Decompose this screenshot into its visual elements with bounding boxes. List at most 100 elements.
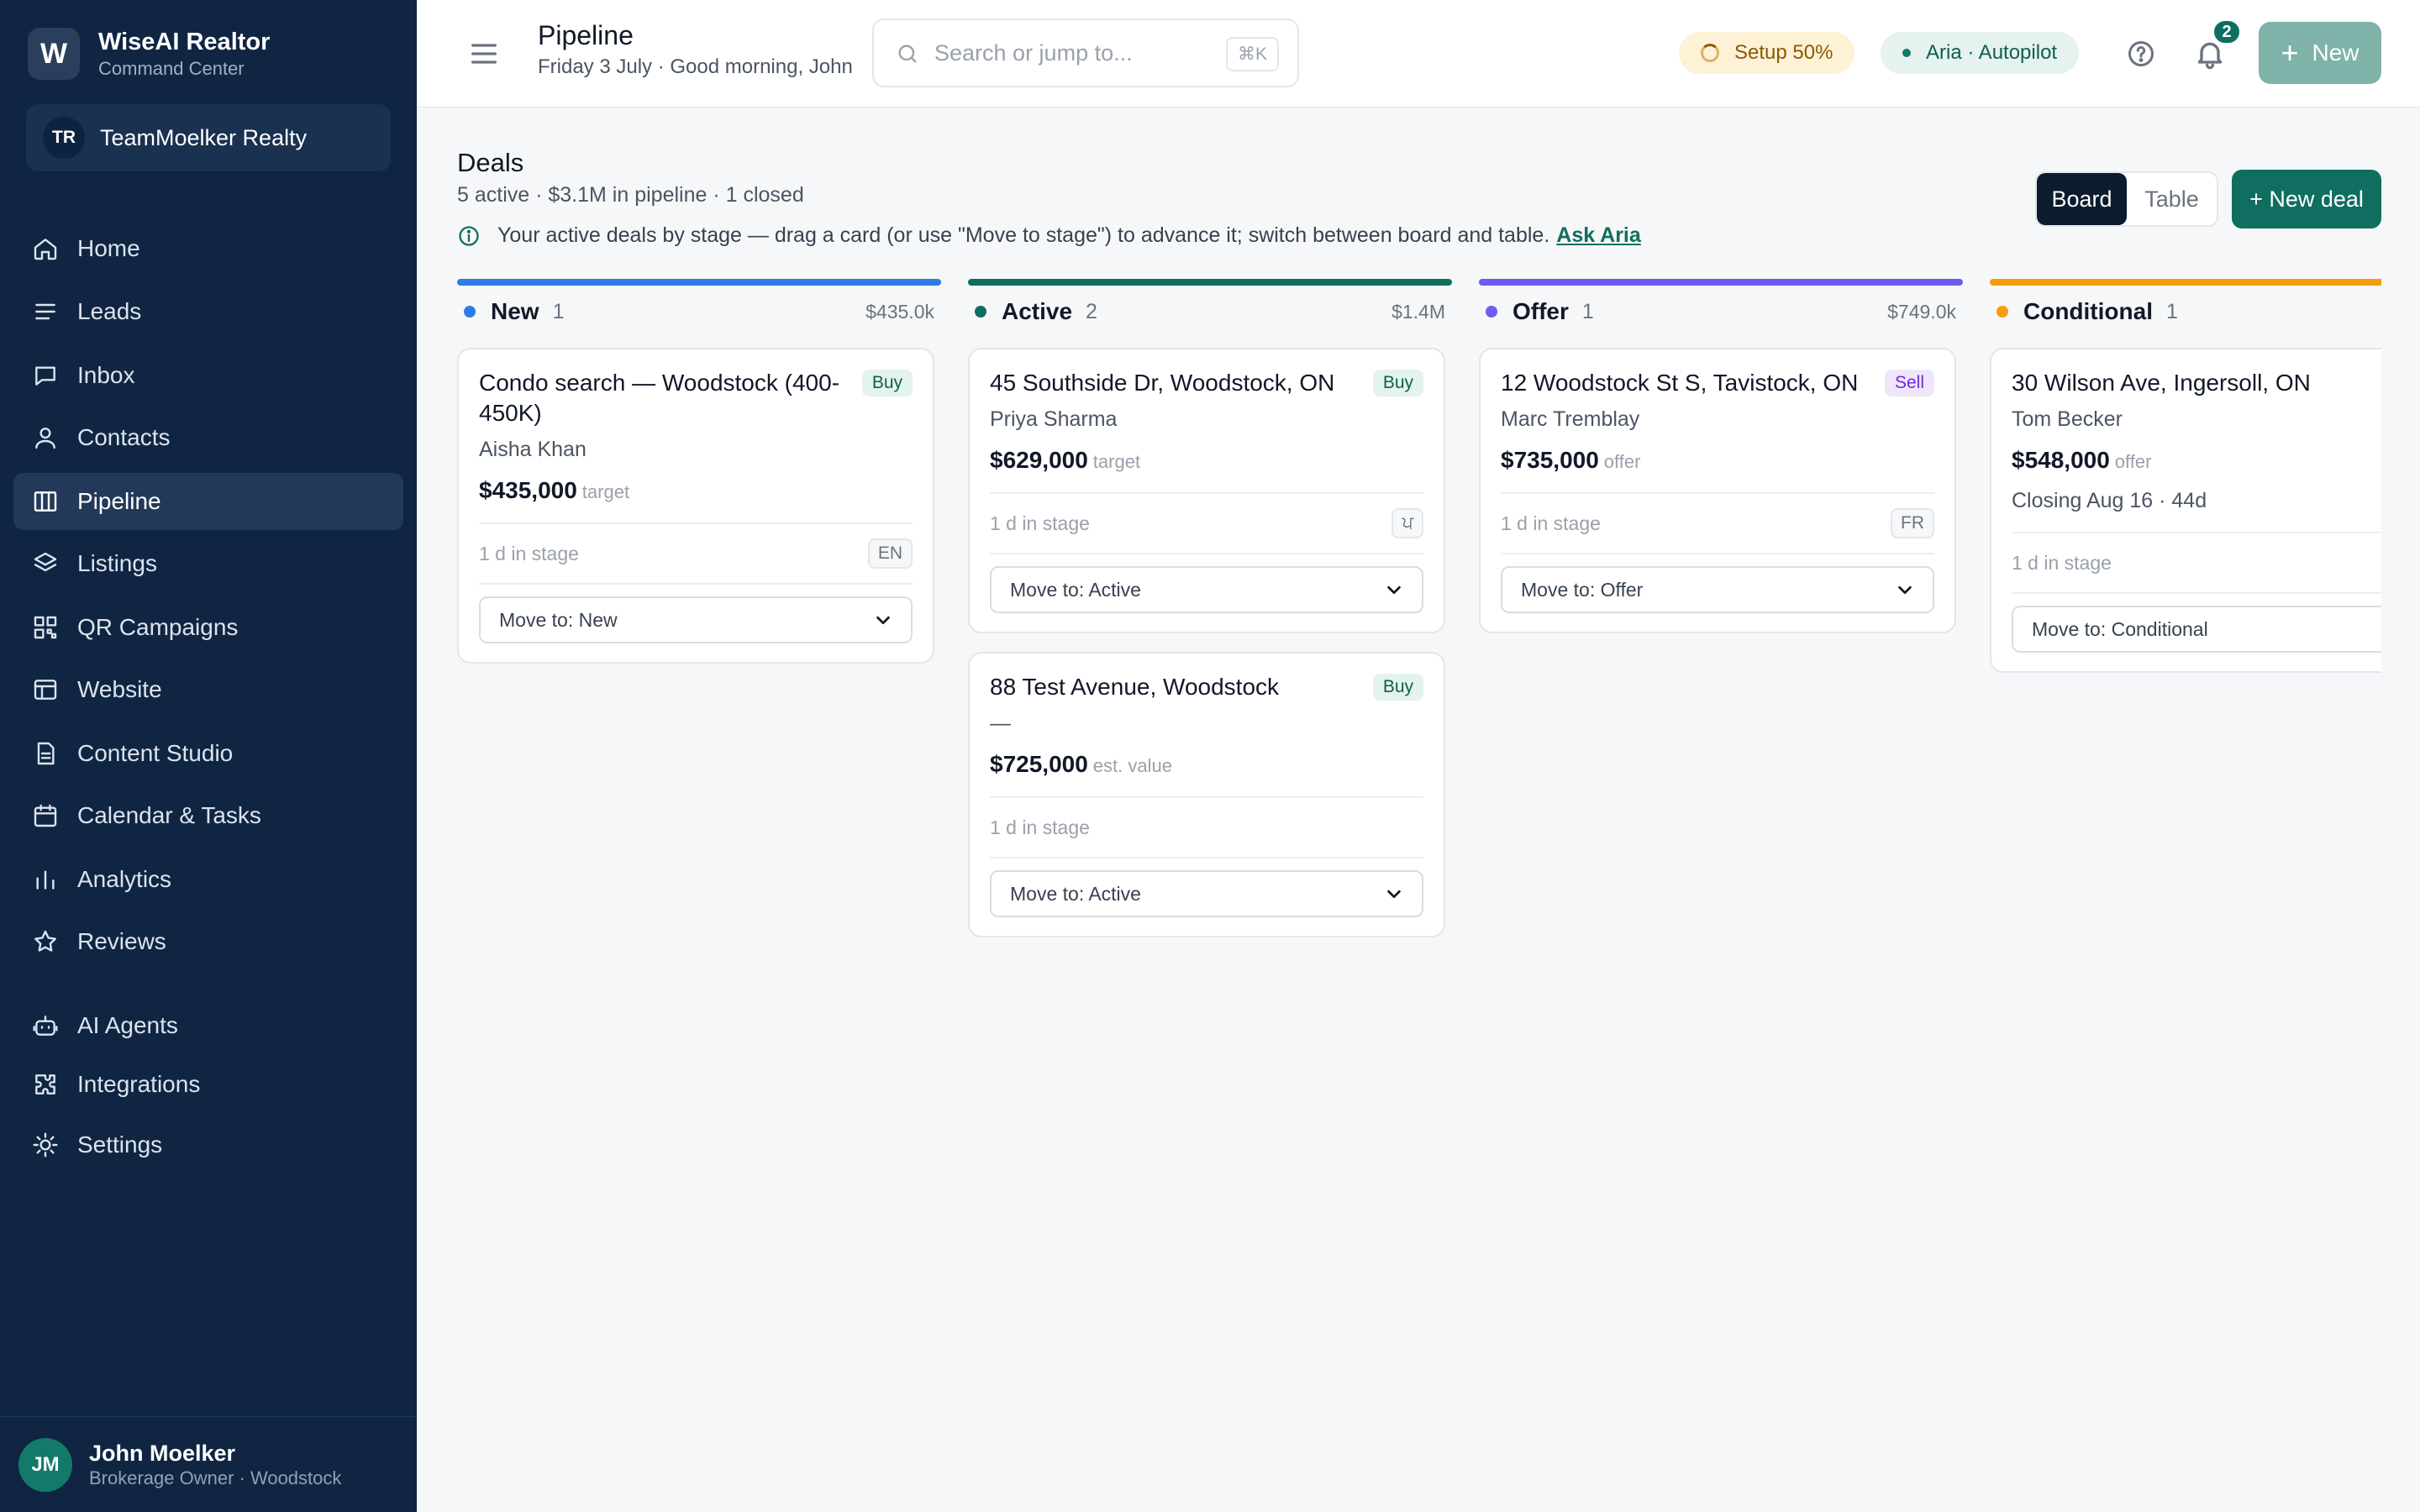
deal-contact: Aisha Khan (479, 438, 587, 461)
columns-icon (34, 491, 57, 512)
deal-price-unit: target (581, 481, 630, 502)
move-to-stage-select[interactable]: Move to: Conditional (2012, 606, 2381, 653)
setup-progress-pill[interactable]: Setup 50% (1679, 32, 1855, 74)
sidebar-item-analytics[interactable]: Analytics (13, 851, 403, 908)
stage-dot (975, 306, 986, 318)
stage-name: New (491, 298, 539, 324)
stage-name: Conditional (2023, 298, 2153, 324)
stage-name: Offer (1512, 298, 1569, 324)
deal-meta: 1 d in stage ਪ (990, 492, 1423, 554)
sidebar-item-label: Settings (77, 1131, 163, 1158)
menu-icon[interactable] (467, 37, 501, 71)
deal-card[interactable]: Condo search — Woodstock (400-450K) Buy Ai… (457, 348, 934, 664)
move-to-stage-select[interactable]: Move to: Offer (1501, 566, 1934, 613)
stage-color-bar (968, 279, 1452, 286)
aria-autopilot-pill[interactable]: Aria · Autopilot (1881, 32, 2080, 74)
brand[interactable]: W WiseAI Realtor Command Center (28, 27, 270, 81)
stage-total: $435.0k (865, 300, 934, 323)
list-icon (35, 303, 55, 320)
ask-aria-link[interactable]: Ask Aria (1556, 223, 1641, 248)
sidebar-item-contacts[interactable]: Contacts (13, 409, 403, 466)
sidebar-item-qr-campaigns[interactable]: QR Campaigns (13, 599, 403, 656)
pipeline-board: New 1 $435.0k Condo search — Woodstock (400… (457, 279, 2381, 1455)
stage-count: 1 (2165, 299, 2178, 323)
deal-contact: Tom Becker (2012, 407, 2123, 431)
deal-meta: 1 d in stage (2012, 532, 2381, 594)
move-to-stage-value: Move to: Conditional (2032, 617, 2208, 640)
sidebar-item-label: Contacts (77, 424, 171, 450)
page-subtitle: Friday 3 July · Good morning, John (538, 55, 853, 78)
move-to-stage-select[interactable]: Move to: Active (990, 566, 1423, 613)
move-to-stage-value: Move to: Active (1010, 882, 1141, 905)
stage-dot (464, 306, 476, 318)
deal-card[interactable]: 88 Test Avenue, Woodstock Buy — $725,000 est… (968, 652, 1445, 937)
status-dot (1902, 49, 1911, 57)
topbar: Pipeline Friday 3 July · Good morning, J… (417, 0, 2420, 108)
sidebar-item-label: QR Campaigns (77, 614, 239, 640)
deal-type-badge: Buy (1372, 674, 1423, 701)
team-switcher[interactable]: TR TeamMoelker Realty (26, 104, 391, 171)
move-to-stage-select[interactable]: Move to: Active (990, 870, 1423, 917)
user-role: Brokerage Owner · Woodstock (89, 1467, 342, 1488)
sidebar-item-label: Listings (77, 550, 157, 576)
stage-header: Offer 1 $749.0k (1479, 286, 1963, 338)
deal-price: $725,000 est. value (990, 751, 1423, 778)
user-profile[interactable]: JM John Moelker Brokerage Owner · Woodst… (0, 1416, 417, 1512)
deal-age: 1 d in stage (479, 542, 579, 564)
sidebar-item-label: Website (77, 676, 162, 702)
deal-title: 12 Woodstock St S, Tavistock, ON (1501, 370, 1859, 396)
sidebar-item-label: Inbox (77, 362, 135, 388)
sidebar-item-label: Analytics (77, 866, 172, 892)
sidebar-item-inbox[interactable]: Inbox (13, 347, 403, 404)
sidebar-item-listings[interactable]: Listings (13, 535, 403, 592)
plus-icon: + (2281, 35, 2299, 70)
sidebar-item-leads[interactable]: Leads (13, 283, 403, 340)
move-to-stage-select[interactable]: Move to: New (479, 596, 913, 643)
stage-header: Active 2 $1.4M (968, 286, 1452, 338)
sidebar-item-home[interactable]: Home (13, 220, 403, 277)
language-badge: FR (1891, 508, 1934, 538)
deal-card[interactable]: 12 Woodstock St S, Tavistock, ON Sell Marc… (1479, 348, 1956, 633)
help-icon[interactable] (2126, 39, 2156, 69)
search-box[interactable]: ⌘K (872, 18, 1299, 87)
chevron-down-icon (1387, 890, 1401, 899)
sidebar-item-pipeline[interactable]: Pipeline (13, 473, 403, 530)
new-button[interactable]: + New (2259, 22, 2381, 84)
brand-subtitle: Command Center (98, 58, 245, 79)
calendar-icon (34, 804, 57, 827)
sidebar-item-settings[interactable]: Settings (13, 1116, 403, 1173)
sidebar-item-calendar-tasks[interactable]: Calendar & Tasks (13, 787, 403, 844)
deal-card[interactable]: 45 Southside Dr, Woodstock, ON Buy Priya S… (968, 348, 1445, 633)
deal-price-unit: offer (1603, 451, 1641, 472)
deal-price: $548,000 offer (2012, 447, 2381, 474)
deal-title: Condo search — Woodstock (400-450K) (479, 370, 840, 426)
deal-age: 1 d in stage (2012, 551, 2112, 574)
deal-title: 88 Test Avenue, Woodstock (990, 674, 1280, 700)
search-input[interactable] (934, 34, 1212, 72)
deal-closing: Closing Aug 16 · 44d (2012, 489, 2207, 512)
deal-type-badge: Buy (1372, 370, 1423, 396)
deal-age: 1 d in stage (1501, 512, 1601, 534)
sidebar-item-integrations[interactable]: Integrations (13, 1056, 403, 1113)
deals-hint: Your active deals by stage — drag a card… (457, 223, 1641, 248)
deal-price-unit: est. value (1092, 755, 1172, 776)
sidebar-item-reviews[interactable]: Reviews (13, 913, 403, 970)
deal-price-value: $725,000 (990, 751, 1088, 777)
new-deal-button[interactable]: + New deal (2232, 170, 2381, 228)
user-name: John Moelker (89, 1440, 236, 1466)
sidebar-item-content-studio[interactable]: Content Studio (13, 725, 403, 782)
stage-color-bar (1990, 279, 2381, 286)
document-icon (37, 742, 55, 765)
sidebar-item-website[interactable]: Website (13, 661, 403, 718)
deal-card[interactable]: 30 Wilson Ave, Ingersoll, ON Tom Becker $5… (1990, 348, 2381, 673)
sidebar-item-label: Calendar & Tasks (77, 802, 261, 828)
view-board-button[interactable]: Board (2037, 173, 2127, 225)
layout-icon (34, 680, 57, 700)
sidebar-item-label: Pipeline (77, 488, 161, 514)
language-badge: EN (867, 538, 913, 569)
deal-price-value: $548,000 (2012, 447, 2110, 473)
stage-dot (1996, 306, 2008, 318)
stage-color-bar (1479, 279, 1963, 286)
view-table-button[interactable]: Table (2127, 173, 2217, 225)
sidebar-item-ai-agents[interactable]: AI Agents (13, 997, 403, 1054)
